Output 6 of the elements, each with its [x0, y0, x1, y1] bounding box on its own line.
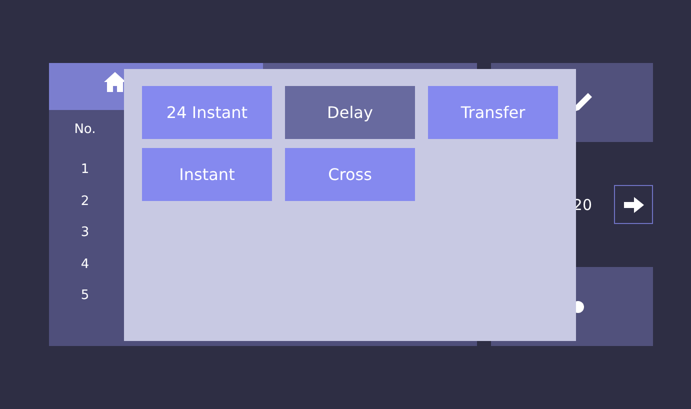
row-number: 3	[80, 224, 90, 242]
row-number: 5	[80, 287, 90, 305]
row-number: 2	[80, 192, 90, 210]
row-number: 1	[80, 161, 90, 179]
row-number: 4	[80, 256, 90, 274]
column-header: No.	[74, 121, 96, 139]
